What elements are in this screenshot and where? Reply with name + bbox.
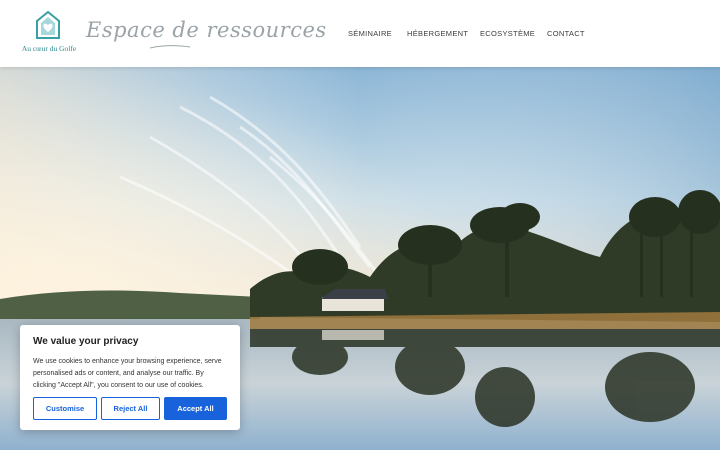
site-tagline: Espace de ressources <box>86 18 327 42</box>
logo-text: Au cœur du Golfe <box>21 44 77 53</box>
tagline-underline <box>150 45 190 49</box>
site-logo[interactable]: Au cœur du Golfe <box>18 10 80 56</box>
accept-all-button[interactable]: Accept All <box>164 397 227 420</box>
nav-item-ecosysteme[interactable]: ECOSYSTÈME <box>480 29 535 38</box>
cookie-consent-banner: We value your privacy We use cookies to … <box>20 325 240 430</box>
cookie-buttons: Customise Reject All Accept All <box>33 397 227 420</box>
house-heart-icon <box>36 10 60 39</box>
reject-all-button[interactable]: Reject All <box>101 397 160 420</box>
cookie-title: We value your privacy <box>33 336 139 347</box>
nav-item-hebergement[interactable]: HÉBERGEMENT <box>407 29 468 38</box>
cookie-description: We use cookies to enhance your browsing … <box>33 358 222 389</box>
customise-button[interactable]: Customise <box>33 397 97 420</box>
nav-item-seminaire[interactable]: SÉMINAIRE <box>348 29 392 38</box>
nav-item-contact[interactable]: CONTACT <box>547 29 585 38</box>
site-header: Au cœur du Golfe Espace de ressources SÉ… <box>0 0 720 67</box>
